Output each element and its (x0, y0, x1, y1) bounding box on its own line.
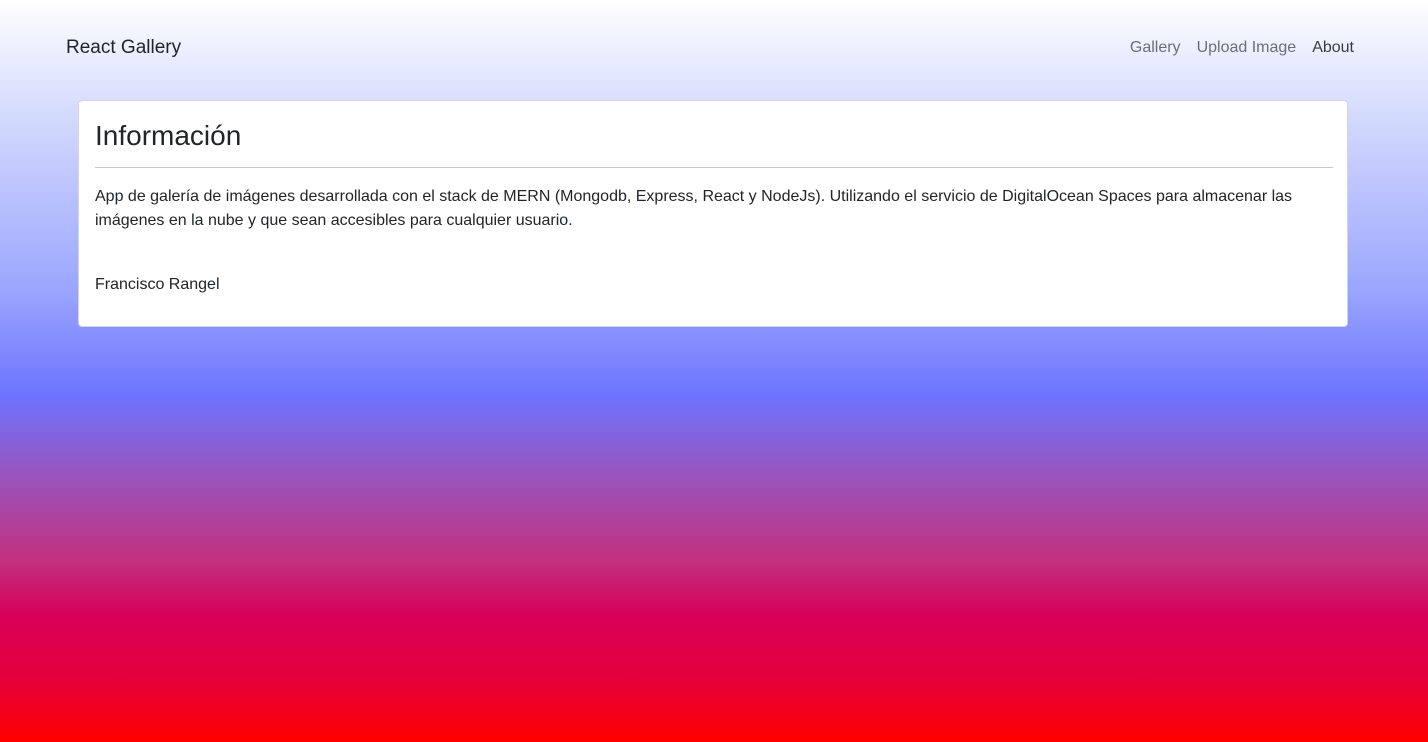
nav-link-about[interactable]: About (1312, 37, 1354, 59)
nav-link-gallery[interactable]: Gallery (1130, 37, 1181, 59)
nav-links: Gallery Upload Image About (1130, 37, 1354, 59)
nav-link-upload-image[interactable]: Upload Image (1197, 37, 1297, 59)
title-divider (95, 167, 1333, 168)
author-name: Francisco Rangel (95, 276, 220, 293)
brand-link[interactable]: React Gallery (66, 36, 181, 60)
navbar: React Gallery Gallery Upload Image About (0, 0, 1428, 96)
card-title: Información (95, 120, 242, 151)
app-description: App de galería de imágenes desarrollada … (95, 188, 1293, 229)
about-card: Información App de galería de imágenes d… (78, 100, 1348, 327)
